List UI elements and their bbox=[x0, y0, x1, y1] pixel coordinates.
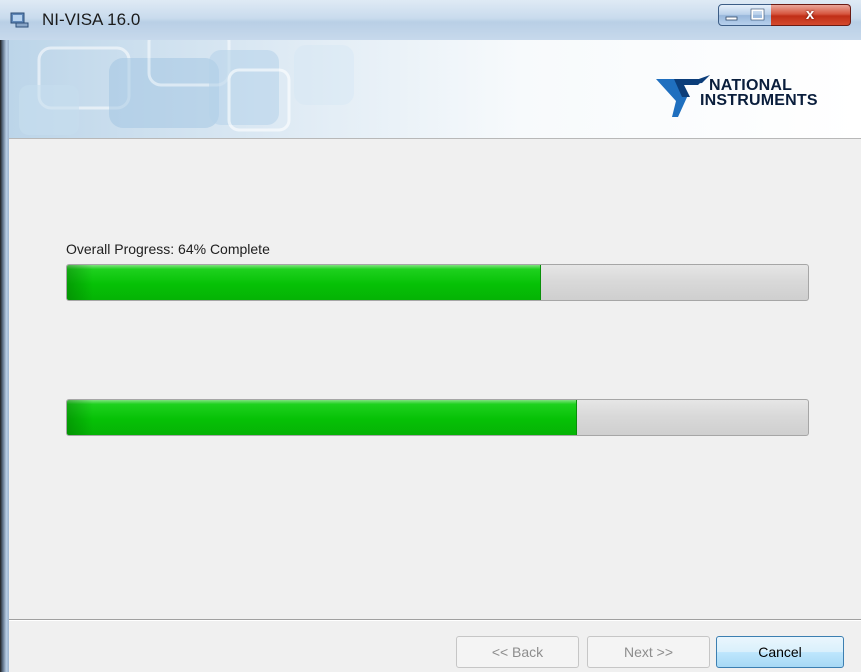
installer-window: NI-VISA 16.0 x NATIONAL INSTRUMENTS Over… bbox=[0, 0, 861, 672]
overall-progress-label: Overall Progress: 64% Complete bbox=[66, 241, 270, 257]
progress-panel: Overall Progress: 64% Complete bbox=[9, 139, 861, 619]
minimize-button[interactable] bbox=[718, 4, 746, 26]
title-bar[interactable]: NI-VISA 16.0 x bbox=[0, 0, 861, 41]
next-button[interactable]: Next >> bbox=[587, 636, 710, 668]
window-frame bbox=[0, 40, 9, 672]
banner-graphic bbox=[19, 40, 354, 135]
back-button[interactable]: << Back bbox=[456, 636, 579, 668]
action-progress-bar bbox=[66, 399, 809, 436]
overall-progress-fill bbox=[67, 265, 542, 300]
header-banner: NATIONAL INSTRUMENTS bbox=[9, 40, 861, 139]
maximize-icon bbox=[745, 8, 770, 29]
brand-name-instruments: INSTRUMENTS bbox=[700, 92, 818, 109]
installer-icon bbox=[10, 12, 30, 28]
minimize-icon bbox=[719, 12, 745, 29]
window-title: NI-VISA 16.0 bbox=[42, 10, 141, 29]
button-bar: << Back Next >> Cancel bbox=[9, 619, 861, 672]
action-progress-fill bbox=[67, 400, 577, 435]
close-icon: x bbox=[805, 6, 815, 23]
close-button[interactable]: x bbox=[771, 4, 851, 26]
national-instruments-logo: NATIONAL INSTRUMENTS bbox=[654, 71, 839, 121]
overall-progress-bar bbox=[66, 264, 809, 301]
cancel-button[interactable]: Cancel bbox=[716, 636, 844, 668]
maximize-button[interactable] bbox=[745, 4, 772, 26]
